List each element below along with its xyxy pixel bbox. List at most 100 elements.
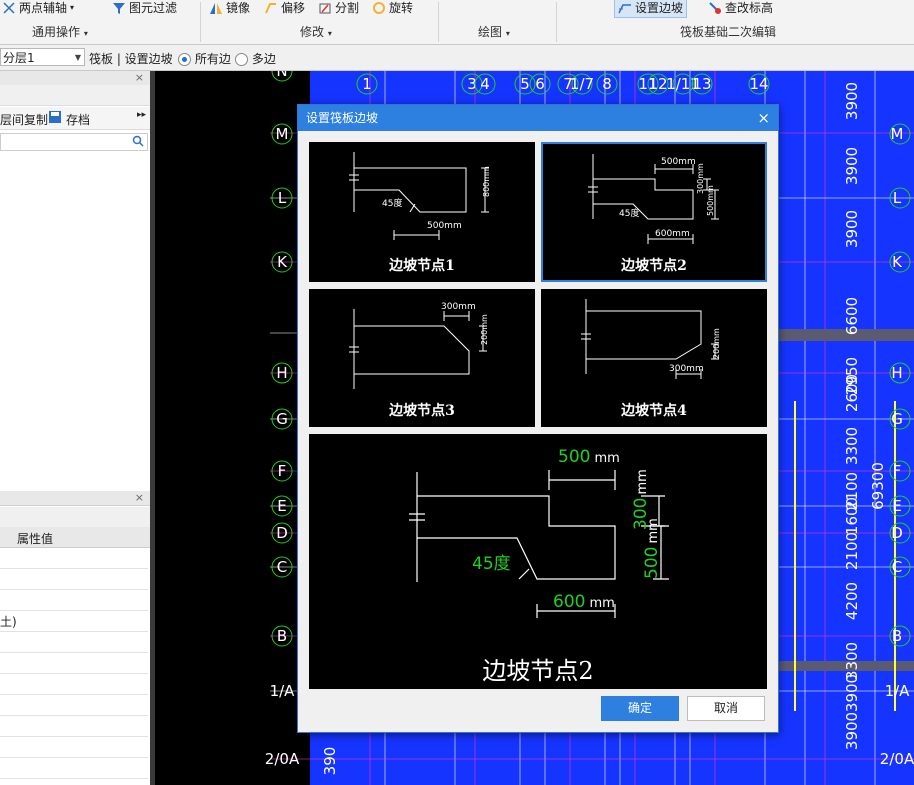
close-icon[interactable]: × <box>135 71 144 85</box>
cancel-button[interactable]: 取消 <box>687 696 765 721</box>
split-icon <box>318 1 332 15</box>
prop-panel-bar <box>0 507 150 528</box>
panel-toolbar: 层间复制 存档 ▸▸ <box>0 107 150 130</box>
axis-label-left: C <box>277 558 287 576</box>
radio-selected-icon <box>178 53 191 66</box>
offset-icon <box>264 1 278 15</box>
prop-row[interactable] <box>0 695 148 716</box>
node1-dim-45: 45度 <box>382 197 402 209</box>
axis-label-right: D <box>891 524 903 542</box>
dimension-label: 3900 <box>843 674 861 712</box>
prop-row[interactable] <box>0 716 148 737</box>
slope-node-4-label: 边坡节点4 <box>621 403 687 419</box>
check-elevation-button[interactable]: 查改标高 <box>708 0 773 16</box>
group-divider <box>200 2 201 42</box>
filter-icon <box>112 1 126 15</box>
prop-value-header: 属性值 <box>17 532 54 546</box>
prop-row[interactable] <box>0 674 148 695</box>
set-slope-button[interactable]: 设置边坡 <box>614 0 688 18</box>
slope-node-3-tile[interactable]: 300mm 200mm 边坡节点3 <box>309 289 535 427</box>
axis-label-right: H <box>891 364 902 382</box>
axis-label-left: 2/0A <box>265 750 300 768</box>
group-label-draw: 绘图 ▾ <box>478 25 510 39</box>
axis-label-top: 6 <box>535 75 545 93</box>
axis-label-left: N <box>276 71 287 80</box>
close-icon[interactable]: × <box>757 105 770 131</box>
axis-label-left: K <box>277 253 288 271</box>
radio-all-edges[interactable]: 所有边 <box>178 50 231 67</box>
group-divider <box>438 2 439 42</box>
slope-node-1-tile[interactable]: 800mm 500mm 45度 边坡节点1 <box>309 142 535 282</box>
more-icon[interactable]: ▸▸ <box>137 110 146 120</box>
split-button[interactable]: 分割 <box>318 0 359 16</box>
prop-row[interactable] <box>0 611 148 632</box>
prop-row[interactable] <box>0 548 148 569</box>
rotate-icon <box>372 1 386 15</box>
axis-label-left: D <box>276 524 288 542</box>
node1-dim-500: 500mm <box>427 221 462 231</box>
search-input[interactable] <box>0 133 148 151</box>
slope-preview: 500 mm 600 mm 45度 300mm 500mm 边坡节点2 <box>309 434 767 689</box>
slope-node-1-label: 边坡节点1 <box>389 258 455 274</box>
dimension-label: 4200 <box>843 582 861 620</box>
slope-node-4-tile[interactable]: 300mm 200mm 边坡节点4 <box>541 289 767 427</box>
offset-button[interactable]: 偏移 <box>264 0 305 16</box>
slope-node-2-tile[interactable]: 500mm 600mm 45度 300mm 500mm 边坡节点2 <box>541 142 767 282</box>
dimension-label: 3900 <box>843 712 861 750</box>
mirror-button[interactable]: 镜像 <box>209 0 250 16</box>
dimension-label: 6600 <box>843 297 861 335</box>
axis-label-top: 12 <box>648 75 667 93</box>
options-toolbar: 分层1 ▼ 筏板 | 设置边坡 所有边 多边 <box>0 45 914 71</box>
set-raft-slope-dialog: 设置筏板边坡 × 800mm 500mm 45度 边坡节点1 500mm 600… <box>297 104 779 733</box>
node2-dim-300: 300mm <box>696 163 705 194</box>
radio-multi-edges[interactable]: 多边 <box>235 50 276 67</box>
axis-label-left: F <box>278 462 287 480</box>
node2-dim-45: 45度 <box>619 207 639 219</box>
axis-label-right: M <box>891 125 904 143</box>
axis-label-left: G <box>276 410 288 428</box>
prop-row[interactable] <box>0 653 148 674</box>
node2-dim-500b: 500mm <box>706 185 715 216</box>
prop-row[interactable] <box>0 737 148 758</box>
left-panel: × 层间复制 存档 ▸▸ × 属性值 土) <box>0 71 151 785</box>
axis-icon <box>2 1 16 15</box>
elevation-icon <box>708 1 722 15</box>
group-label-modify: 修改 ▾ <box>300 25 332 39</box>
close-icon[interactable]: × <box>135 491 144 505</box>
total-dimension-label: 69300 <box>869 462 887 510</box>
rotate-button[interactable]: 旋转 <box>372 0 413 16</box>
axis-label-left: M <box>276 125 289 143</box>
chevron-down-icon: ▼ <box>74 53 81 62</box>
preview-angle: 45度 <box>472 554 511 574</box>
prop-row[interactable] <box>0 632 148 653</box>
prop-row[interactable] <box>0 758 148 779</box>
two-point-axis-button[interactable]: 两点辅轴 ▾ <box>2 0 74 16</box>
group-divider <box>556 2 557 42</box>
preview-label: 边坡节点2 <box>482 657 594 685</box>
confirm-button[interactable]: 确定 <box>601 696 679 721</box>
axis-label-left: 1/A <box>270 682 296 700</box>
panel-header: × <box>0 71 150 86</box>
element-filter-button[interactable]: 图元过滤 <box>112 0 177 16</box>
axis-label-right: C <box>892 558 902 576</box>
dropdown-arrow-icon: ▾ <box>70 3 75 12</box>
search-icon <box>132 135 144 150</box>
dimension-label: 3900 <box>843 147 861 185</box>
axis-label-top: 1 <box>362 75 372 93</box>
prop-table-header: 属性值 <box>0 527 150 548</box>
save-button[interactable]: 存档 <box>66 111 90 128</box>
group-label-raft-edit: 筏板基础二次编辑 <box>680 25 777 39</box>
dimension-label: 1600 <box>843 497 861 535</box>
slope-icon <box>618 1 632 15</box>
copy-between-floors[interactable]: 层间复制 <box>0 111 48 128</box>
prop-value-fragment: 土) <box>0 615 17 629</box>
prop-row[interactable] <box>0 590 148 611</box>
dialog-title: 设置筏板边坡 <box>306 111 379 125</box>
axis-label-right: E <box>892 497 901 515</box>
radio-icon <box>235 53 248 66</box>
node3-dim-200: 200mm <box>480 314 489 345</box>
preview-dim-bottom: 600 mm <box>553 592 615 612</box>
axis-label-left: E <box>277 497 286 515</box>
prop-row[interactable] <box>0 569 148 590</box>
floor-select[interactable]: 分层1 ▼ <box>0 48 85 66</box>
